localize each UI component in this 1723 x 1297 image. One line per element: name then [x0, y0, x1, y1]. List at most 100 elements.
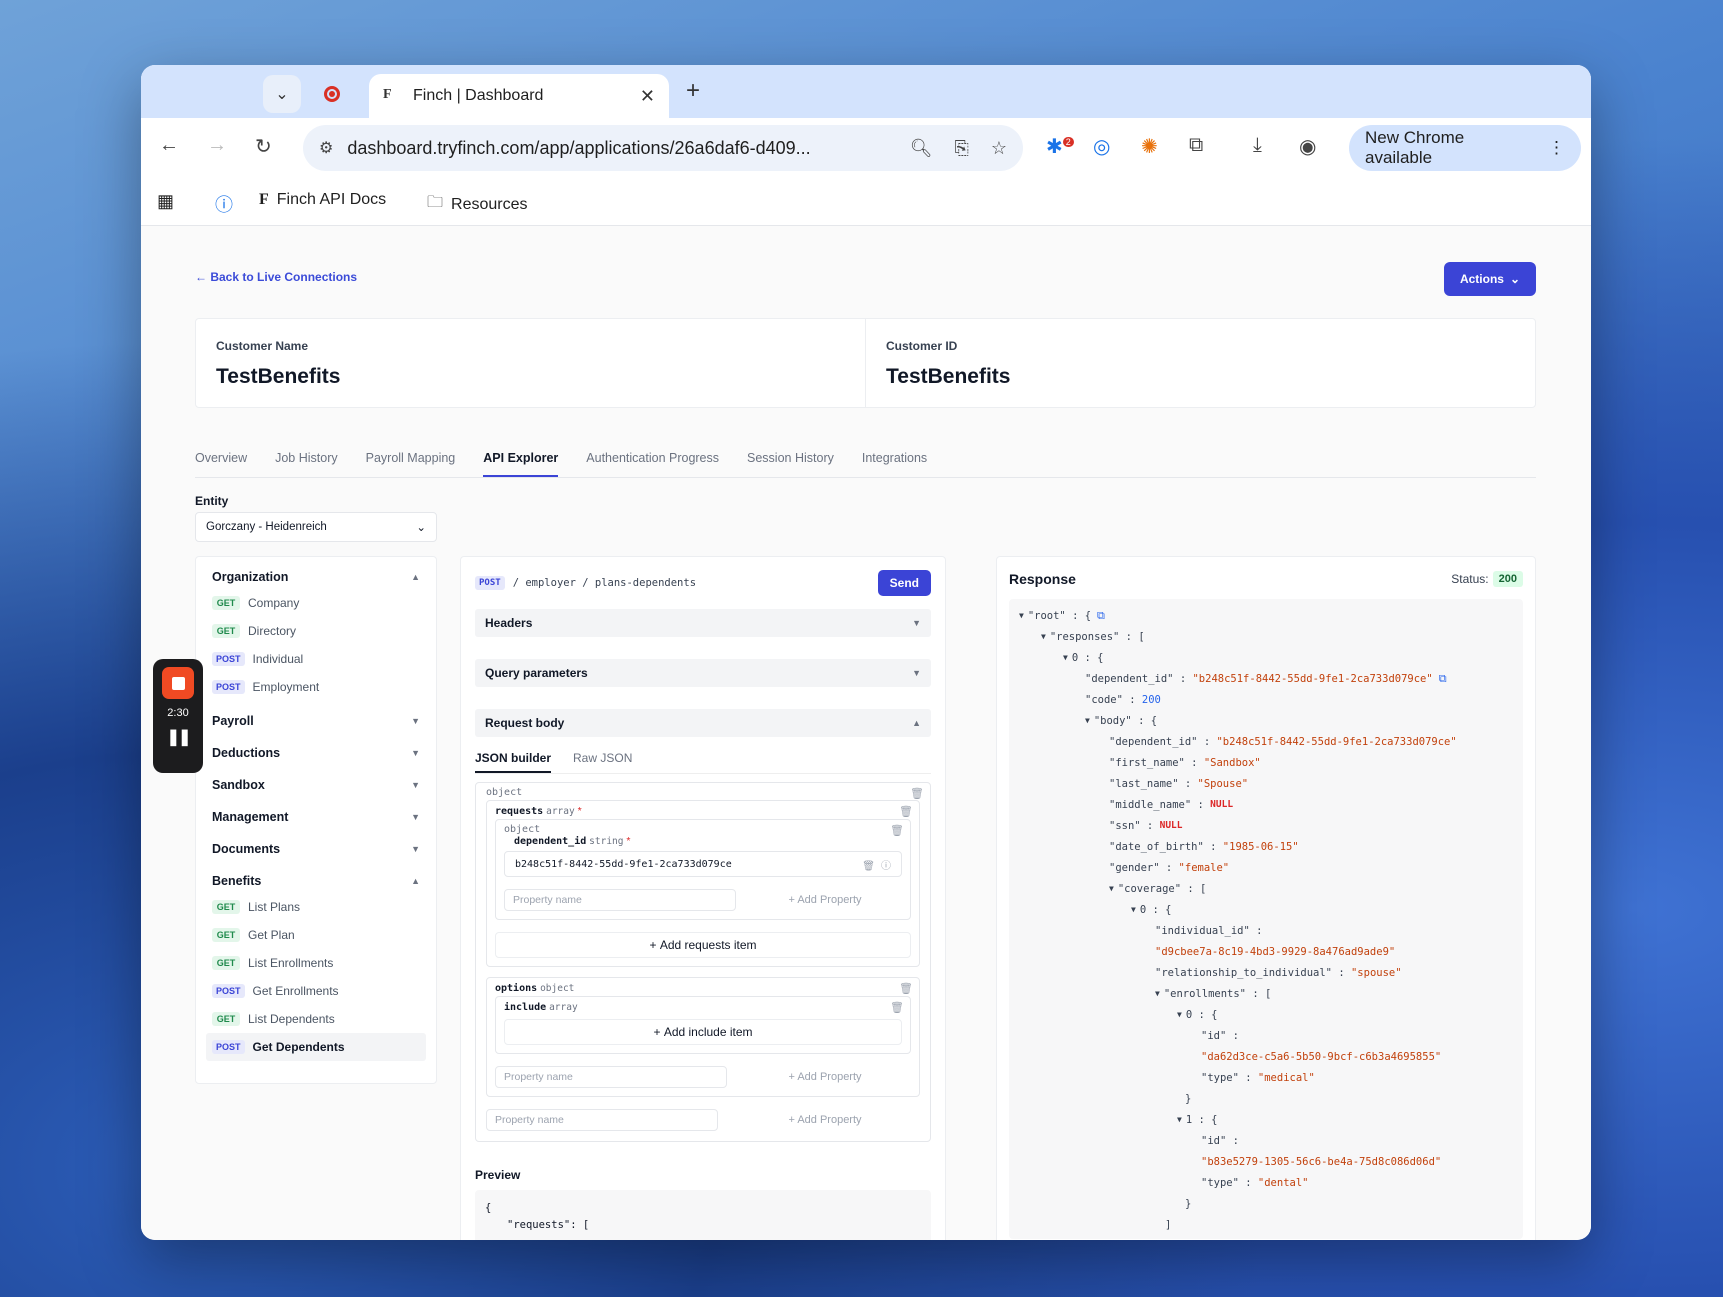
tree-node-index[interactable]: ▼ 0 : {	[1019, 1004, 1513, 1025]
endpoint-individual[interactable]: POST Individual	[206, 645, 426, 673]
send-button[interactable]: Send	[877, 570, 931, 596]
extension-sun-icon[interactable]: ✺	[1141, 134, 1158, 159]
section-organization[interactable]: Organization ▲	[206, 565, 426, 589]
dependent-id-input[interactable]: b248c51f-8442-55dd-9fe1-2ca733d079ce 🗑︎ …	[504, 851, 902, 877]
caret-down-icon[interactable]: ▼	[1063, 653, 1068, 662]
trash-icon[interactable]: 🗑︎	[862, 861, 875, 872]
tab-finch-dashboard[interactable]: F Finch | Dashboard ✕	[369, 74, 669, 118]
section-deductions[interactable]: Deductions ▼	[206, 741, 426, 765]
caret-down-icon[interactable]: ▼	[1177, 1115, 1182, 1124]
copy-icon[interactable]: ⧉	[1097, 609, 1105, 623]
tree-line: "type" : "medical"	[1019, 1067, 1513, 1088]
forward-arrow-icon[interactable]: →	[207, 134, 227, 157]
tab-authentication-progress[interactable]: Authentication Progress	[586, 445, 719, 477]
property-name-input[interactable]: Property name	[495, 1066, 727, 1088]
stop-recording-icon[interactable]	[162, 667, 194, 699]
zoom-icon[interactable]: 🔍︎	[910, 138, 933, 159]
endpoint-company[interactable]: GET Company	[206, 589, 426, 617]
add-requests-item-button[interactable]: + Add requests item	[495, 932, 911, 958]
tab-api-explorer[interactable]: API Explorer	[483, 445, 559, 477]
trash-icon[interactable]: 🗑︎	[890, 824, 904, 837]
caret-down-icon[interactable]: ▼	[1019, 611, 1024, 620]
kebab-menu-icon[interactable]: ⋮	[1548, 138, 1565, 158]
extensions-puzzle-icon[interactable]: ⧉	[1189, 134, 1203, 157]
tree-node-coverage[interactable]: ▼ "coverage" : [	[1019, 878, 1513, 899]
back-link-label[interactable]: Back to Live Connections	[210, 270, 357, 284]
info-icon[interactable]: ⓘ	[881, 861, 891, 872]
install-app-icon[interactable]: ⎘	[954, 138, 968, 159]
query-parameters-accordion[interactable]: Query parameters ▼	[475, 659, 931, 687]
section-documents[interactable]: Documents ▼	[206, 837, 426, 861]
request-body-accordion[interactable]: Request body ▲	[475, 709, 931, 737]
tree-node-root[interactable]: ▼ "root" : {⧉	[1019, 605, 1513, 626]
trash-icon[interactable]: 🗑︎	[910, 787, 924, 800]
trash-icon[interactable]: 🗑︎	[890, 1001, 904, 1014]
tree-node-enrollments[interactable]: ▼ "enrollments" : [	[1019, 983, 1513, 1004]
downloads-icon[interactable]: ⤓	[1253, 134, 1262, 157]
section-benefits[interactable]: Benefits ▲	[206, 869, 426, 893]
bookmark-resources[interactable]: 🗀 Resources	[427, 191, 528, 218]
pause-icon[interactable]: ❚❚	[167, 727, 192, 747]
trash-icon[interactable]: 🗑︎	[899, 805, 913, 818]
tab-payroll-mapping[interactable]: Payroll Mapping	[366, 445, 456, 477]
bookmark-finch-api-docs[interactable]: F Finch API Docs	[259, 191, 386, 209]
trash-icon[interactable]: 🗑︎	[899, 982, 913, 995]
extension-badge-icon[interactable]: ✱ 2	[1046, 134, 1074, 159]
tab-session-history[interactable]: Session History	[747, 445, 834, 477]
password-manager-icon[interactable]: ⓘ	[215, 191, 233, 217]
endpoint-get-dependents[interactable]: POST Get Dependents	[206, 1033, 426, 1061]
reload-icon[interactable]: ↻	[255, 134, 272, 159]
back-to-live-connections-link[interactable]: ← Back to Live Connections	[195, 270, 357, 284]
add-property-button[interactable]: + Add Property	[739, 1071, 911, 1083]
caret-down-icon[interactable]: ▼	[1085, 716, 1090, 725]
headers-accordion[interactable]: Headers ▼	[475, 609, 931, 637]
endpoint-list-dependents[interactable]: GET List Dependents	[206, 1005, 426, 1033]
tab-json-builder[interactable]: JSON builder	[475, 751, 552, 773]
tree-node-index[interactable]: ▼ 0 : {	[1019, 647, 1513, 668]
tree-line: "last_name" : "Spouse"	[1019, 773, 1513, 794]
endpoint-get-plan[interactable]: GET Get Plan	[206, 921, 426, 949]
bookmark-star-icon[interactable]: ☆	[991, 138, 1007, 159]
endpoint-list-plans[interactable]: GET List Plans	[206, 893, 426, 921]
add-property-button[interactable]: + Add Property	[748, 894, 902, 906]
tab-search-chevron-icon[interactable]: ⌄	[263, 75, 301, 113]
tree-node-responses[interactable]: ▼ "responses" : [	[1019, 626, 1513, 647]
close-tab-icon[interactable]: ✕	[640, 86, 655, 107]
recording-indicator-icon[interactable]	[313, 75, 351, 113]
caret-down-icon[interactable]: ▼	[1041, 632, 1046, 641]
entity-select[interactable]: Gorczany - Heidenreich ⌄	[195, 512, 437, 542]
tab-integrations[interactable]: Integrations	[862, 445, 927, 477]
section-sandbox[interactable]: Sandbox ▼	[206, 773, 426, 797]
endpoint-directory[interactable]: GET Directory	[206, 617, 426, 645]
tab-overview[interactable]: Overview	[195, 445, 247, 477]
property-name-input[interactable]: Property name	[504, 889, 736, 911]
tree-node-index[interactable]: ▼ 0 : {	[1019, 899, 1513, 920]
address-bar[interactable]: ⚙ dashboard.tryfinch.com/app/application…	[303, 125, 1023, 171]
profile-avatar-icon[interactable]: ◉	[1299, 134, 1316, 159]
new-chrome-available-button[interactable]: New Chrome available ⋮	[1349, 125, 1581, 171]
add-include-item-button[interactable]: + Add include item	[504, 1019, 902, 1045]
apps-grid-icon[interactable]: ▦	[157, 191, 174, 212]
caret-down-icon[interactable]: ▼	[1109, 884, 1114, 893]
endpoint-list-enrollments[interactable]: GET List Enrollments	[206, 949, 426, 977]
back-arrow-icon[interactable]: ←	[159, 134, 179, 157]
tree-node-body[interactable]: ▼ "body" : {	[1019, 710, 1513, 731]
endpoint-get-enrollments[interactable]: POST Get Enrollments	[206, 977, 426, 1005]
tab-raw-json[interactable]: Raw JSON	[573, 751, 632, 773]
section-management[interactable]: Management ▼	[206, 805, 426, 829]
url-text[interactable]: dashboard.tryfinch.com/app/applications/…	[347, 138, 909, 159]
property-name-input[interactable]: Property name	[486, 1109, 718, 1131]
actions-button[interactable]: Actions ⌄	[1444, 262, 1536, 296]
tree-node-index[interactable]: ▼ 1 : {	[1019, 1109, 1513, 1130]
site-settings-icon[interactable]: ⚙	[319, 138, 333, 158]
caret-down-icon[interactable]: ▼	[1177, 1010, 1182, 1019]
new-tab-plus-icon[interactable]: +	[686, 77, 700, 105]
endpoint-employment[interactable]: POST Employment	[206, 673, 426, 701]
copy-icon[interactable]: ⧉	[1439, 672, 1447, 686]
caret-down-icon[interactable]: ▼	[1131, 905, 1136, 914]
caret-down-icon[interactable]: ▼	[1155, 989, 1160, 998]
extension-c-icon[interactable]: ◎	[1093, 134, 1110, 159]
tab-job-history[interactable]: Job History	[275, 445, 338, 477]
section-payroll[interactable]: Payroll ▼	[206, 709, 426, 733]
add-property-button[interactable]: + Add Property	[730, 1114, 920, 1126]
